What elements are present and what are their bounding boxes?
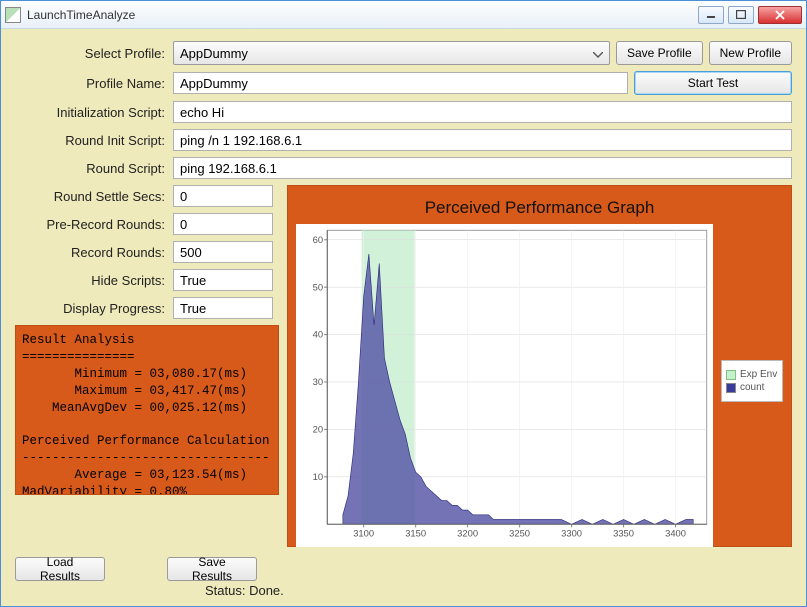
legend-swatch-count bbox=[726, 383, 736, 393]
svg-text:3250: 3250 bbox=[509, 529, 530, 539]
hide-scripts-label: Hide Scripts: bbox=[15, 273, 167, 288]
svg-text:50: 50 bbox=[313, 282, 323, 292]
new-profile-button[interactable]: New Profile bbox=[709, 41, 792, 65]
titlebar: LaunchTimeAnalyze bbox=[1, 1, 806, 29]
round-init-script-input[interactable] bbox=[173, 129, 792, 151]
window-title: LaunchTimeAnalyze bbox=[27, 8, 135, 22]
minimize-icon bbox=[706, 11, 716, 19]
round-script-label: Round Script: bbox=[15, 161, 167, 176]
start-test-button[interactable]: Start Test bbox=[634, 71, 792, 95]
save-profile-button[interactable]: Save Profile bbox=[616, 41, 703, 65]
legend-swatch-expenv bbox=[726, 370, 736, 380]
save-results-button[interactable]: Save Results bbox=[167, 557, 257, 581]
init-script-label: Initialization Script: bbox=[15, 105, 167, 120]
svg-text:3200: 3200 bbox=[457, 529, 478, 539]
minimize-button[interactable] bbox=[698, 6, 724, 24]
svg-text:3100: 3100 bbox=[353, 529, 374, 539]
maximize-icon bbox=[736, 10, 746, 19]
chart-legend: Exp Env count bbox=[721, 360, 783, 402]
svg-text:3300: 3300 bbox=[561, 529, 582, 539]
init-script-input[interactable] bbox=[173, 101, 792, 123]
graph-panel: Perceived Performance Graph 10 20 30 40 50 60… bbox=[287, 185, 792, 547]
svg-text:3150: 3150 bbox=[405, 529, 426, 539]
profile-name-input[interactable] bbox=[173, 72, 628, 94]
result-analysis-panel: Result Analysis =============== Minimum … bbox=[15, 325, 279, 495]
round-script-input[interactable] bbox=[173, 157, 792, 179]
record-rounds-label: Record Rounds: bbox=[15, 245, 167, 260]
svg-text:20: 20 bbox=[313, 425, 323, 435]
status-text: Status: Done. bbox=[205, 583, 284, 598]
legend-label-count: count bbox=[740, 382, 764, 393]
performance-chart: 10 20 30 40 50 60 3100 3150 3200 3250 3300 3350 3400 bbox=[296, 224, 713, 547]
maximize-button[interactable] bbox=[728, 6, 754, 24]
chevron-down-icon bbox=[593, 46, 603, 61]
app-icon bbox=[5, 7, 21, 23]
round-settle-label: Round Settle Secs: bbox=[15, 189, 167, 204]
graph-title: Perceived Performance Graph bbox=[296, 198, 783, 218]
svg-text:10: 10 bbox=[313, 472, 323, 482]
svg-text:30: 30 bbox=[313, 377, 323, 387]
load-results-button[interactable]: Load Results bbox=[15, 557, 105, 581]
close-icon bbox=[774, 10, 786, 20]
display-progress-input[interactable] bbox=[173, 297, 273, 319]
round-settle-input[interactable] bbox=[173, 185, 273, 207]
svg-text:3350: 3350 bbox=[613, 529, 634, 539]
pre-record-label: Pre-Record Rounds: bbox=[15, 217, 167, 232]
display-progress-label: Display Progress: bbox=[15, 301, 167, 316]
select-profile-label: Select Profile: bbox=[15, 46, 167, 61]
pre-record-input[interactable] bbox=[173, 213, 273, 235]
profile-select-value: AppDummy bbox=[180, 46, 248, 61]
close-button[interactable] bbox=[758, 6, 802, 24]
svg-text:40: 40 bbox=[313, 330, 323, 340]
svg-text:3400: 3400 bbox=[665, 529, 686, 539]
record-rounds-input[interactable] bbox=[173, 241, 273, 263]
legend-label-expenv: Exp Env bbox=[740, 369, 777, 380]
svg-text:60: 60 bbox=[313, 235, 323, 245]
profile-name-label: Profile Name: bbox=[15, 76, 167, 91]
hide-scripts-input[interactable] bbox=[173, 269, 273, 291]
round-init-script-label: Round Init Script: bbox=[15, 133, 167, 148]
profile-select[interactable]: AppDummy bbox=[173, 41, 610, 65]
